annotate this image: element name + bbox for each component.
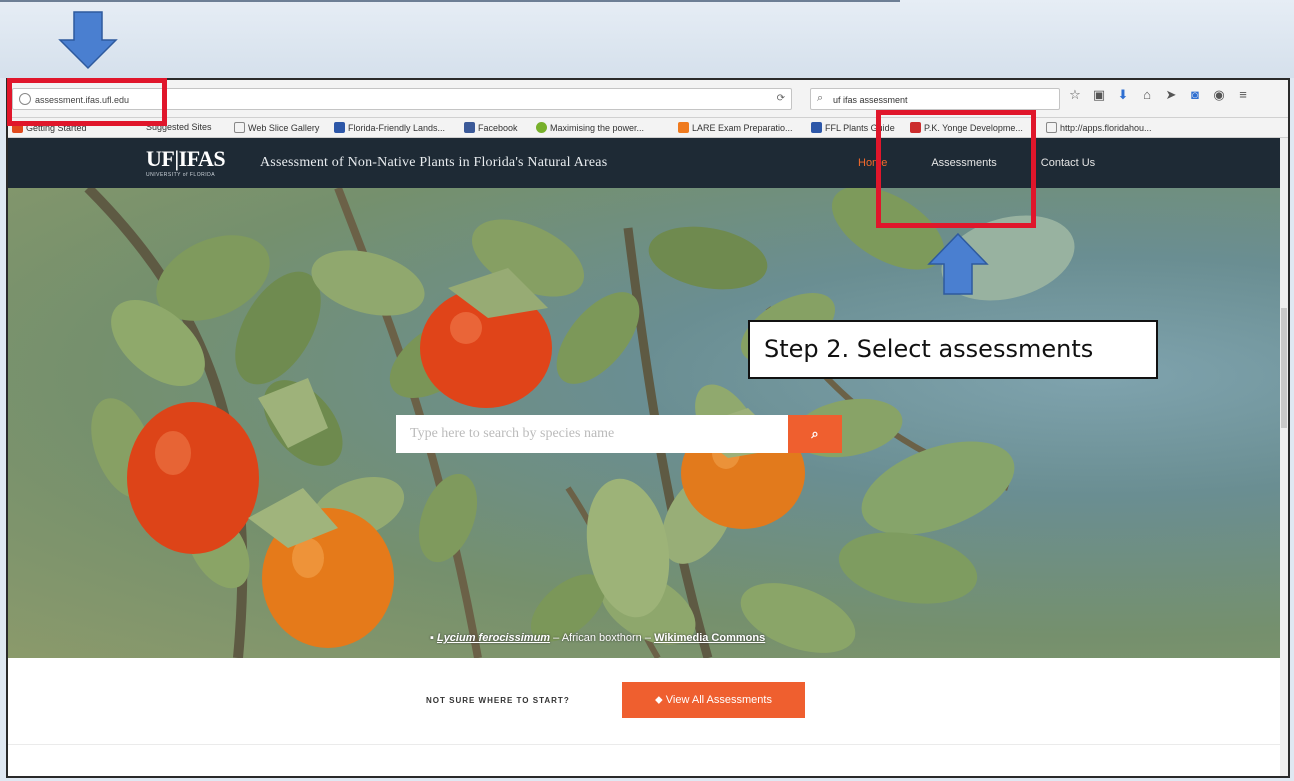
addon-icon[interactable]: ◉: [1212, 88, 1226, 102]
caption-source-link[interactable]: Wikimedia Commons: [654, 632, 765, 644]
ufifas-logo[interactable]: UF|IFAS: [146, 146, 226, 172]
bookmark-item[interactable]: Facebook: [464, 122, 518, 133]
star-icon[interactable]: ☆: [1068, 88, 1082, 102]
bookmark-item[interactable]: LARE Exam Preparatio...: [678, 122, 793, 133]
up-arrow-annotation: [927, 232, 989, 295]
logo-subtitle: UNIVERSITY of FLORIDA: [146, 172, 216, 178]
caption-species-link[interactable]: Lycium ferocissimum: [437, 632, 550, 644]
down-arrow-annotation: [58, 11, 118, 70]
search-icon: ⌕: [817, 92, 824, 104]
section-divider: [8, 744, 1288, 745]
camera-icon: ▪: [430, 632, 434, 644]
download-icon[interactable]: ⬇: [1116, 88, 1130, 102]
assessments-highlight-box: [876, 110, 1036, 228]
site-header: UF|IFAS UNIVERSITY of FLORIDA Assessment…: [8, 138, 1288, 188]
browser-window: assessment.ifas.ufl.edu ⟳ ⌕ uf ifas asse…: [6, 78, 1290, 778]
bookmark-label: Florida-Friendly Lands...: [348, 122, 446, 133]
cta-section: NOT SURE WHERE TO START? ⬥ View All Asse…: [8, 658, 1288, 776]
top-divider: [0, 0, 900, 2]
clipboard-icon[interactable]: ▣: [1092, 88, 1106, 102]
home-icon[interactable]: ⌂: [1140, 88, 1154, 102]
view-all-label: View All Assessments: [665, 694, 772, 706]
browser-nav-bar: assessment.ifas.ufl.edu ⟳ ⌕ uf ifas asse…: [8, 80, 1288, 118]
bookmark-label: http://apps.floridahou...: [1060, 122, 1152, 133]
bookmark-favicon: [334, 122, 345, 133]
bookmark-favicon: [234, 122, 245, 133]
toolbar-icons: ☆ ▣ ⬇ ⌂ ➤ ◙ ◉ ≡: [1068, 88, 1250, 102]
scrollbar[interactable]: [1280, 138, 1288, 776]
menu-icon[interactable]: ≡: [1236, 88, 1250, 102]
hero-image: ⌕ ▪ Lycium ferocissimum – African boxtho…: [8, 188, 1288, 658]
photo-caption: ▪ Lycium ferocissimum – African boxthorn…: [430, 632, 766, 644]
bookmark-favicon: [678, 122, 689, 133]
browser-search-text: uf ifas assessment: [833, 95, 908, 105]
send-icon[interactable]: ➤: [1164, 88, 1178, 102]
scrollbar-thumb[interactable]: [1281, 308, 1287, 428]
site-title: Assessment of Non-Native Plants in Flori…: [260, 155, 608, 170]
nav-contact[interactable]: Contact Us: [1041, 157, 1095, 169]
caption-common-name: African boxthorn: [561, 632, 642, 644]
bookmark-item[interactable]: Maximising the power...: [536, 122, 644, 133]
facebook-icon: [464, 122, 475, 133]
reload-icon[interactable]: ⟳: [777, 93, 785, 104]
view-all-assessments-button[interactable]: ⬥ View All Assessments: [622, 682, 805, 718]
bookmark-favicon: [811, 122, 822, 133]
bookmark-item[interactable]: Web Slice Gallery: [234, 122, 319, 133]
bookmark-favicon: [1046, 122, 1057, 133]
bookmark-item[interactable]: Florida-Friendly Lands...: [334, 122, 445, 133]
bookmark-label: Maximising the power...: [550, 122, 645, 133]
search-icon: ⌕: [811, 426, 819, 441]
top-background: [0, 0, 1294, 78]
bookmark-label: Web Slice Gallery: [248, 122, 320, 133]
bookmark-label: LARE Exam Preparatio...: [692, 122, 793, 133]
url-highlight-box: [7, 78, 167, 126]
bookmark-favicon: [536, 122, 547, 133]
bookmark-item[interactable]: http://apps.floridahou...: [1046, 122, 1152, 133]
search-button[interactable]: ⌕: [788, 415, 842, 453]
pocket-icon[interactable]: ◙: [1188, 88, 1202, 102]
bookmarks-bar: Getting Started Suggested Sites Web Slic…: [8, 118, 1288, 138]
species-search: ⌕: [396, 415, 842, 453]
step-callout: Step 2. Select assessments: [748, 320, 1158, 379]
browser-search-box[interactable]: ⌕ uf ifas assessment: [810, 88, 1060, 110]
species-search-input[interactable]: [396, 415, 788, 453]
tag-icon: ⬥: [655, 694, 663, 706]
cta-text: NOT SURE WHERE TO START?: [426, 696, 570, 705]
bookmark-label: Facebook: [478, 122, 518, 133]
